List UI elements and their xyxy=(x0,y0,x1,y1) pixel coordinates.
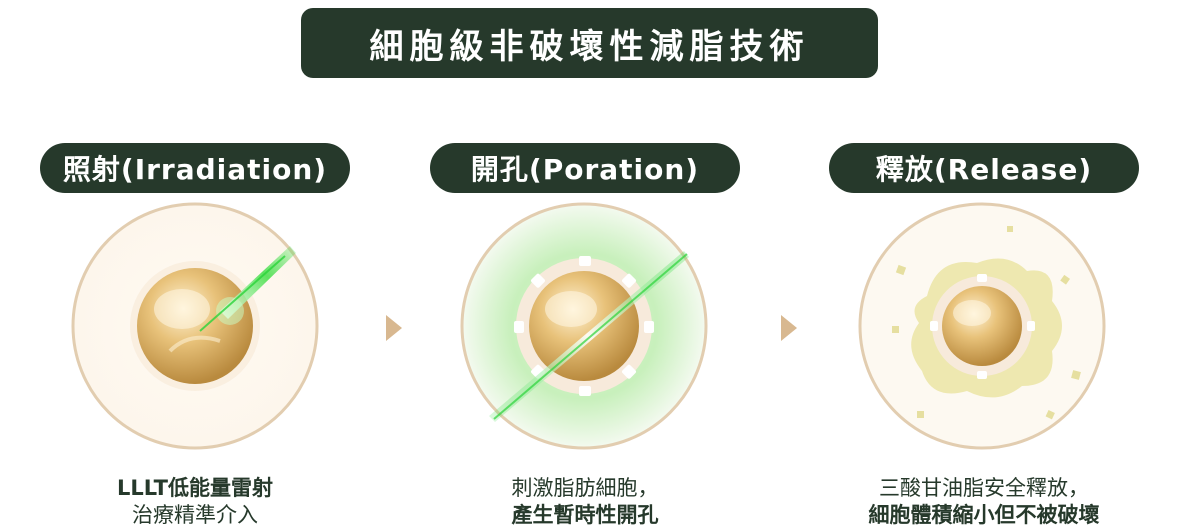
stage-poration-caption: 刺激脂肪細胞， 產生暫時性開孔 xyxy=(425,475,745,529)
caption-line-2: 治療精準介入 xyxy=(132,503,258,527)
poration-illustration xyxy=(459,201,709,451)
next-arrow-icon xyxy=(779,313,799,343)
caption-line-1: 刺激脂肪細胞， xyxy=(511,476,659,500)
stage-irradiation-caption: LLLT低能量雷射 治療精準介入 xyxy=(35,475,355,529)
page-title: 細胞級非破壞性減脂技術 xyxy=(301,8,878,78)
stage-poration-label: 開孔(Poration) xyxy=(430,143,740,193)
stage-release-caption: 三酸甘油脂安全釋放， 細胞體積縮小但不被破壞 xyxy=(824,475,1144,529)
stage-release-label: 釋放(Release) xyxy=(829,143,1139,193)
caption-line-2: 產生暫時性開孔 xyxy=(511,503,659,527)
caption-line-1: 三酸甘油脂安全釋放， xyxy=(879,476,1089,500)
irradiation-illustration xyxy=(70,201,320,451)
stage-irradiation-label: 照射(Irradiation) xyxy=(40,143,350,193)
fat-cell-icon xyxy=(514,256,654,396)
next-arrow-icon xyxy=(384,313,404,343)
caption-line-2: 細胞體積縮小但不被破壞 xyxy=(868,503,1100,527)
caption-line-1: LLLT低能量雷射 xyxy=(117,476,273,500)
release-illustration xyxy=(857,201,1107,451)
fat-cell-icon xyxy=(130,261,260,391)
